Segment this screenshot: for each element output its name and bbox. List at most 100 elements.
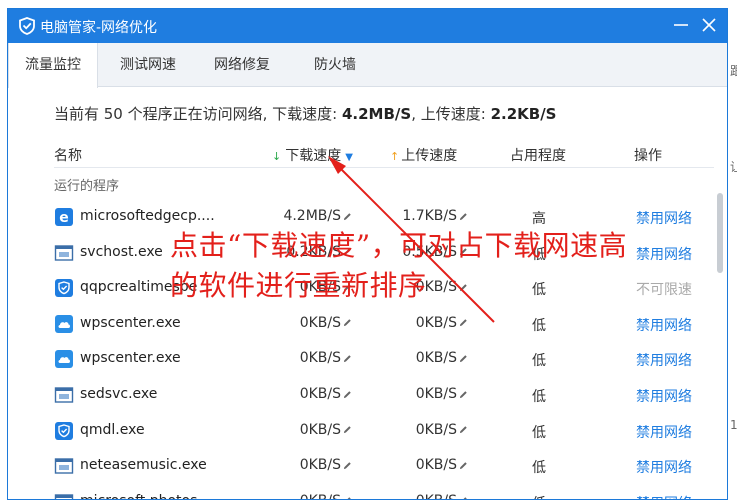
edit-pencil-icon[interactable] [343,461,352,470]
download-speed-cell: 0KB/S [272,422,352,438]
traffic-summary: 当前有 50 个程序正在访问网络, 下载速度: 4.2MB/S, 上传速度: 2… [54,103,556,124]
upload-speed-cell: 0KB/S [388,315,468,331]
up-arrow-icon: ↑ [390,150,400,163]
tab-speed-test[interactable]: 测试网速 [106,43,190,87]
edit-pencil-icon[interactable] [343,496,352,500]
tab-bar: 流量监控 测试网速 网络修复 防火墙 [8,43,727,88]
upload-speed-value: 0KB/S [415,386,457,402]
summary-download-speed: 4.2MB/S [341,105,412,123]
cloud-icon [54,314,74,334]
download-speed-value: 0KB/S [300,493,341,499]
disable-network-link[interactable]: 禁用网络 [614,386,714,406]
table-row[interactable]: wpscenter.exe 0KB/S 0KB/S 低 禁用网络 [8,306,713,342]
edit-pencil-icon[interactable] [459,212,468,221]
down-arrow-icon: ↓ [272,150,282,163]
annotation-text: 点击“下载速度”，可对占下载网速高 的软件进行重新排序 [170,226,710,306]
disable-network-link[interactable]: 禁用网络 [614,422,714,442]
edit-pencil-icon[interactable] [459,354,468,363]
title-bar: 电脑管家-网络优化 [8,9,727,43]
table-row[interactable]: microsoft.photos 0KB/S 0KB/S 低 禁用网络 [8,484,714,500]
section-running-programs: 运行的程序 [54,179,120,194]
edit-pencil-icon[interactable] [343,390,352,399]
window-app-icon [54,385,74,405]
usage-level: 低 [532,353,546,370]
edit-pencil-icon[interactable] [459,390,468,399]
svg-text:e: e [59,210,69,226]
download-speed-value: 4.2MB/S [283,208,341,224]
table-row[interactable]: neteasemusic.exe 0KB/S 0KB/S 低 禁用网络 [8,448,713,484]
tab-traffic-monitor[interactable]: 流量监控 [8,43,98,88]
disable-network-link[interactable]: 禁用网络 [614,350,714,370]
upload-speed-value: 0KB/S [415,457,457,474]
window-app-icon [54,243,74,263]
download-speed-value: 0KB/S [299,350,341,367]
edit-pencil-icon[interactable] [459,425,468,434]
edit-pencil-icon[interactable] [343,212,352,221]
close-button[interactable] [697,13,721,37]
edit-pencil-icon[interactable] [343,425,352,434]
download-speed-cell: 0KB/S [272,386,352,402]
usage-level: 高 [532,211,546,227]
program-name: microsoftedgecp.... [80,208,215,224]
cloud-icon [54,349,74,369]
annotation-line-2: 的软件进行重新排序 [170,269,427,302]
disable-network-link[interactable]: 禁用网络 [614,493,714,499]
disable-network-link[interactable]: 禁用网络 [614,208,714,228]
background-text-1: 跟 [730,64,737,78]
download-speed-cell: 0KB/S [272,493,352,500]
upload-speed-cell: 0KB/S [388,457,468,473]
usage-level: 低 [532,424,546,441]
program-name: svchost.exe [80,243,163,260]
scrollbar-thumb[interactable] [717,193,723,273]
program-name: sedsvc.exe [80,386,158,402]
shield-icon [54,421,74,441]
window-app-icon [54,456,74,476]
edit-pencil-icon[interactable] [459,318,468,327]
close-icon [702,18,716,32]
download-speed-value: 0KB/S [299,386,341,402]
background-text-3: 1 [730,418,737,432]
column-upload-speed[interactable]: ↑ 上传速度 [390,145,457,165]
download-speed-value: 0KB/S [299,421,341,438]
edit-pencil-icon[interactable] [343,354,352,363]
upload-speed-value: 0KB/S [415,314,457,331]
usage-level: 低 [524,493,554,499]
table-row[interactable]: sedsvc.exe 0KB/S 0KB/S 低 禁用网络 [8,377,713,413]
tab-network-repair[interactable]: 网络修复 [200,43,284,87]
header-divider [54,167,714,168]
edit-pencil-icon[interactable] [459,461,468,470]
upload-speed-cell: 0KB/S [388,493,468,500]
edge-icon: e [54,207,74,227]
program-name: microsoft.photos [80,493,197,499]
program-name: neteasemusic.exe [80,457,207,474]
tab-firewall[interactable]: 防火墙 [298,43,372,87]
edit-pencil-icon[interactable] [343,318,352,327]
annotation-line-1: 点击“下载速度”，可对占下载网速高 [170,229,628,262]
sort-caret-icon: ▼ [345,152,353,163]
column-upload-label: 上传速度 [401,148,458,164]
download-speed-value: 0KB/S [299,314,341,331]
upload-speed-cell: 0KB/S [388,422,468,438]
program-name: wpscenter.exe [80,350,181,367]
upload-speed-value: 0KB/S [416,493,457,499]
table-row[interactable]: qmdl.exe 0KB/S 0KB/S 低 禁用网络 [8,413,713,449]
column-download-label: 下载速度 [285,148,342,164]
download-speed-cell: 0KB/S [272,315,352,331]
disable-network-link[interactable]: 禁用网络 [614,315,714,335]
pc-manager-shield-icon [19,17,35,35]
upload-speed-cell: 0KB/S [388,350,468,366]
upload-speed-value: 0KB/S [415,350,457,367]
edit-pencil-icon[interactable] [459,496,468,500]
window-app-icon [54,492,74,499]
upload-speed-cell: 1.7KB/S [388,208,468,224]
minimize-button[interactable] [669,13,693,37]
column-download-speed[interactable]: ↓ 下载速度 ▼ [272,145,353,165]
upload-speed-value: 0KB/S [415,421,457,438]
column-usage[interactable]: 占用程度 [510,145,566,165]
disable-network-link[interactable]: 禁用网络 [614,457,714,477]
table-row[interactable]: wpscenter.exe 0KB/S 0KB/S 低 禁用网络 [8,341,713,377]
summary-middle: , 上传速度: [411,105,491,123]
usage-level: 低 [532,389,546,405]
program-name: wpscenter.exe [80,314,181,331]
usage-level: 低 [532,460,546,477]
